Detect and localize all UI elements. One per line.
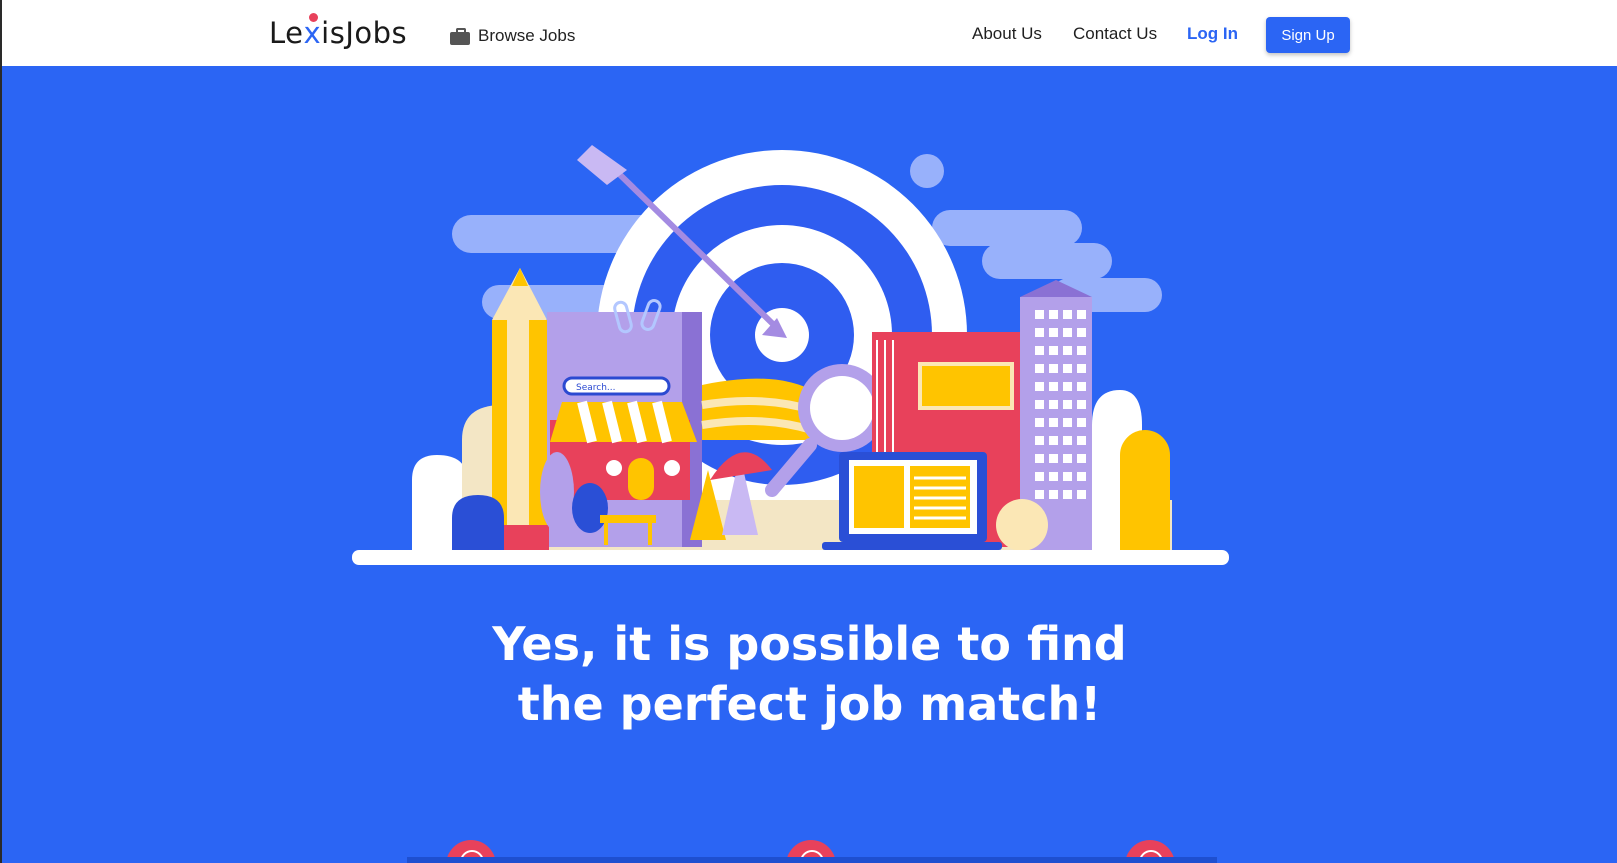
log-in-link[interactable]: Log In bbox=[1187, 22, 1238, 46]
browse-jobs-link[interactable]: Browse Jobs bbox=[450, 22, 575, 50]
hero-illustration: Search... bbox=[352, 145, 1229, 565]
sign-up-button[interactable]: Sign Up bbox=[1266, 17, 1350, 53]
ground-line bbox=[352, 550, 1229, 565]
laptop-icon bbox=[822, 452, 1002, 550]
features-panel-edge bbox=[407, 857, 1217, 863]
browse-jobs-label: Browse Jobs bbox=[478, 26, 576, 45]
hero-headline: Yes, it is possible to find the perfect … bbox=[402, 614, 1217, 734]
about-us-link[interactable]: About Us bbox=[972, 22, 1042, 46]
browser-viewport: LexisJobs Browse Jobs About Us Contact U… bbox=[2, 0, 1617, 863]
briefcase-icon bbox=[450, 28, 470, 45]
logo-x-mark: x bbox=[303, 16, 322, 50]
headline-line-1: Yes, it is possible to find bbox=[492, 617, 1127, 671]
lexisjobs-logo[interactable]: LexisJobs bbox=[269, 13, 407, 53]
top-navbar: LexisJobs Browse Jobs About Us Contact U… bbox=[2, 0, 1617, 66]
logo-text-suffix: isJobs bbox=[321, 16, 408, 50]
headline-line-2: the perfect job match! bbox=[517, 677, 1102, 731]
search-field-text: Search... bbox=[576, 383, 616, 393]
contact-us-link[interactable]: Contact Us bbox=[1073, 22, 1157, 46]
logo-text-prefix: Le bbox=[269, 16, 304, 50]
